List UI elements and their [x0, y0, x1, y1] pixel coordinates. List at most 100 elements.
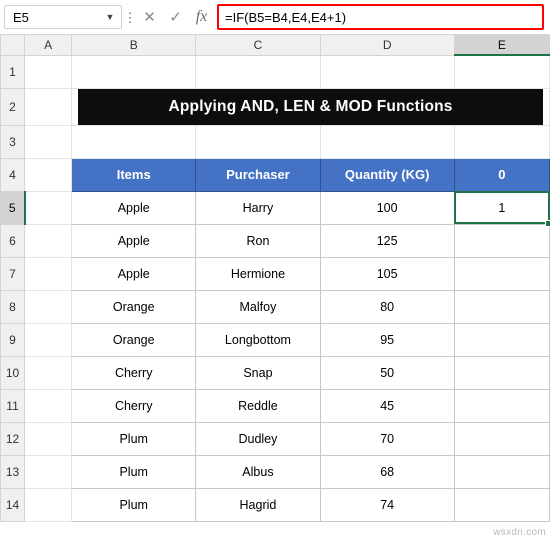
cell-a4[interactable]: [24, 157, 73, 192]
cell-b1[interactable]: [71, 54, 197, 89]
row-header-12[interactable]: 12: [0, 421, 26, 456]
cell-b12[interactable]: Plum: [71, 421, 197, 456]
cell-e5[interactable]: 1: [453, 190, 550, 227]
cell-c14[interactable]: Hagrid: [195, 487, 321, 522]
cell-e10[interactable]: [453, 355, 550, 390]
title-banner-cell[interactable]: Applying AND, LEN & MOD Functions: [71, 87, 550, 126]
column-header-e[interactable]: E: [453, 35, 550, 56]
sheet-table: A B C D E 1 2 Applying AND, LEN & MOD Fu…: [0, 35, 550, 522]
cell-c9[interactable]: Longbottom: [195, 322, 321, 357]
cell-e14[interactable]: [453, 487, 550, 522]
cell-d1[interactable]: [319, 54, 455, 89]
row-header-14[interactable]: 14: [0, 487, 26, 522]
row-header-3[interactable]: 3: [0, 124, 26, 159]
cancel-icon[interactable]: ✕: [142, 10, 157, 25]
cell-e8[interactable]: [453, 289, 550, 324]
cell-a10[interactable]: [24, 355, 73, 390]
cell-c6[interactable]: Ron: [195, 223, 321, 258]
cell-d7[interactable]: 105: [319, 256, 455, 291]
cell-d6[interactable]: 125: [319, 223, 455, 258]
cell-b10[interactable]: Cherry: [71, 355, 197, 390]
cell-c7[interactable]: Hermione: [195, 256, 321, 291]
cell-a1[interactable]: [24, 54, 73, 89]
cell-d8[interactable]: 80: [319, 289, 455, 324]
cell-a2[interactable]: [24, 87, 73, 126]
table-header-result[interactable]: 0: [453, 157, 550, 192]
sheet-row-2: 2 Applying AND, LEN & MOD Functions: [0, 87, 550, 126]
cell-b13[interactable]: Plum: [71, 454, 197, 489]
cell-d12[interactable]: 70: [319, 421, 455, 456]
cell-e1[interactable]: [453, 54, 550, 89]
cell-c8[interactable]: Malfoy: [195, 289, 321, 324]
row-header-5[interactable]: 5: [0, 190, 26, 225]
cell-c1[interactable]: [195, 54, 321, 89]
cell-e9[interactable]: [453, 322, 550, 357]
insert-function-icon[interactable]: fx: [194, 9, 209, 25]
cell-a12[interactable]: [24, 421, 73, 456]
cell-e3[interactable]: [453, 124, 550, 159]
cell-c10[interactable]: Snap: [195, 355, 321, 390]
formula-input[interactable]: =IF(B5=B4,E4,E4+1): [217, 4, 544, 30]
cell-b8[interactable]: Orange: [71, 289, 197, 324]
row-header-13[interactable]: 13: [0, 454, 26, 489]
cell-d5[interactable]: 100: [319, 190, 455, 225]
name-box[interactable]: E5 ▼: [4, 5, 122, 29]
table-header-items[interactable]: Items: [71, 157, 197, 192]
table-header-purchaser[interactable]: Purchaser: [195, 157, 321, 192]
cell-b7[interactable]: Apple: [71, 256, 197, 291]
cell-c3[interactable]: [195, 124, 321, 159]
cell-a6[interactable]: [24, 223, 73, 258]
cell-a3[interactable]: [24, 124, 73, 159]
cell-e13[interactable]: [453, 454, 550, 489]
cell-c11[interactable]: Reddle: [195, 388, 321, 423]
cell-c5[interactable]: Harry: [195, 190, 321, 225]
row-header-8[interactable]: 8: [0, 289, 26, 324]
column-header-a[interactable]: A: [24, 35, 73, 56]
row-header-6[interactable]: 6: [0, 223, 26, 258]
cell-d14[interactable]: 74: [319, 487, 455, 522]
chevron-down-icon[interactable]: ▼: [103, 12, 117, 22]
sheet-row-1: 1: [0, 54, 550, 89]
cell-b6[interactable]: Apple: [71, 223, 197, 258]
cell-d10[interactable]: 50: [319, 355, 455, 390]
cell-d9[interactable]: 95: [319, 322, 455, 357]
page-title: Applying AND, LEN & MOD Functions: [78, 88, 543, 125]
cell-a9[interactable]: [24, 322, 73, 357]
cell-e11[interactable]: [453, 388, 550, 423]
cell-d3[interactable]: [319, 124, 455, 159]
row-header-1[interactable]: 1: [0, 54, 26, 89]
cell-b11[interactable]: Cherry: [71, 388, 197, 423]
cell-d13[interactable]: 68: [319, 454, 455, 489]
cell-b5[interactable]: Apple: [71, 190, 197, 225]
cell-b9[interactable]: Orange: [71, 322, 197, 357]
cell-a11[interactable]: [24, 388, 73, 423]
row-header-10[interactable]: 10: [0, 355, 26, 390]
select-all-corner[interactable]: [0, 35, 26, 56]
cell-d11[interactable]: 45: [319, 388, 455, 423]
column-header-b[interactable]: B: [71, 35, 197, 56]
column-header-c[interactable]: C: [195, 35, 321, 56]
cell-e6[interactable]: [453, 223, 550, 258]
more-options-icon[interactable]: ⋮: [122, 11, 138, 24]
row-header-11[interactable]: 11: [0, 388, 26, 423]
excel-window: E5 ▼ ⋮ ✕ ✓ fx =IF(B5=B4,E4,E4+1) A B C D…: [0, 0, 550, 540]
cell-b3[interactable]: [71, 124, 197, 159]
row-header-7[interactable]: 7: [0, 256, 26, 291]
column-header-d[interactable]: D: [319, 35, 455, 56]
cell-e7[interactable]: [453, 256, 550, 291]
cell-b14[interactable]: Plum: [71, 487, 197, 522]
cell-c12[interactable]: Dudley: [195, 421, 321, 456]
cell-c13[interactable]: Albus: [195, 454, 321, 489]
row-header-4[interactable]: 4: [0, 157, 26, 192]
table-row: 11 Cherry Reddle 45: [0, 388, 550, 423]
cell-a5[interactable]: [24, 190, 73, 225]
cell-a13[interactable]: [24, 454, 73, 489]
table-header-quantity[interactable]: Quantity (KG): [319, 157, 455, 192]
cell-a8[interactable]: [24, 289, 73, 324]
row-header-2[interactable]: 2: [0, 87, 26, 126]
cell-a7[interactable]: [24, 256, 73, 291]
confirm-icon[interactable]: ✓: [168, 10, 183, 25]
cell-e12[interactable]: [453, 421, 550, 456]
cell-a14[interactable]: [24, 487, 73, 522]
row-header-9[interactable]: 9: [0, 322, 26, 357]
